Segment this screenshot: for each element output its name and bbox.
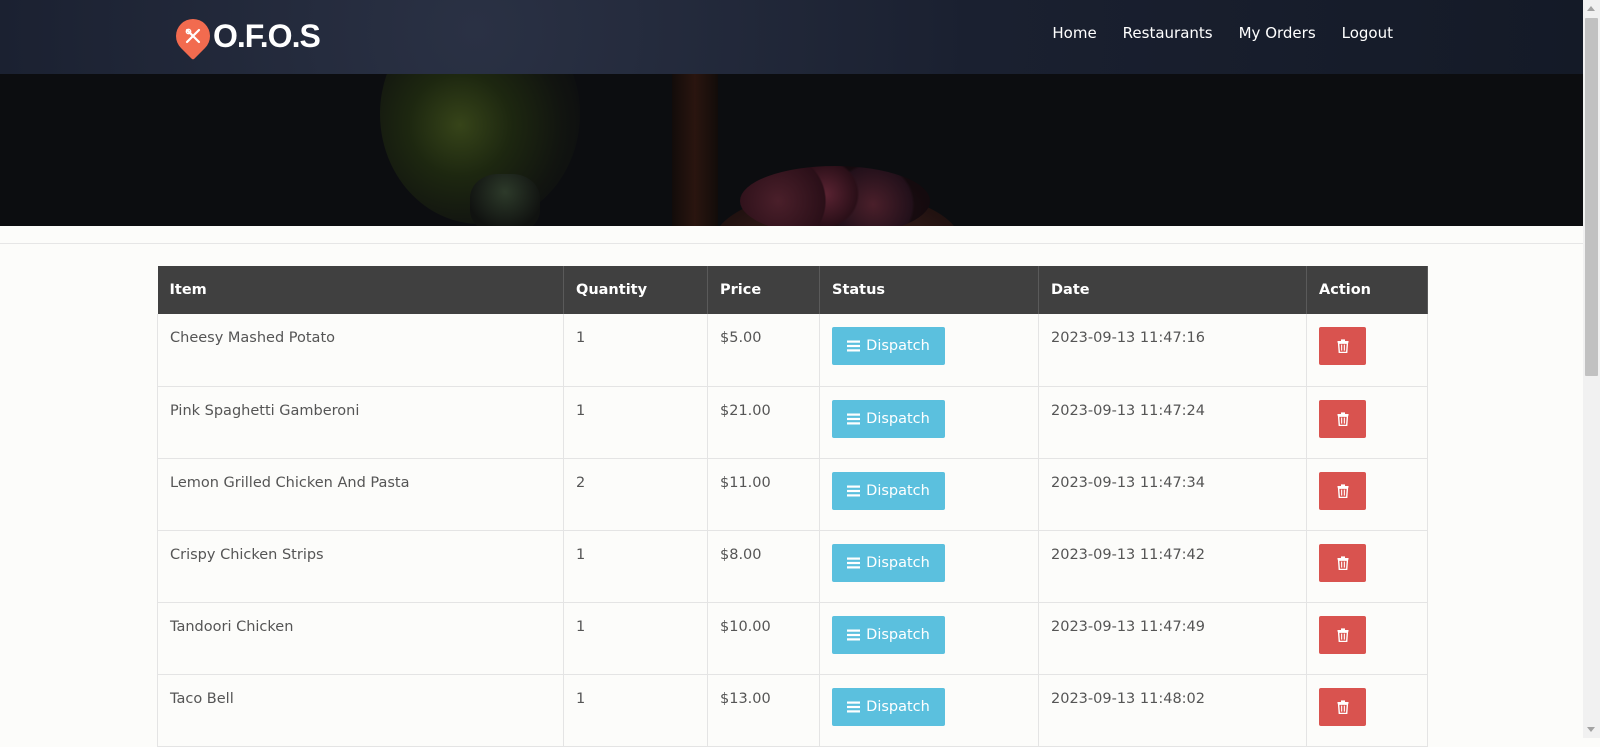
action-cell bbox=[1306, 530, 1428, 603]
orders-table: Item Quantity Price Status Date Action C… bbox=[157, 266, 1428, 747]
hero-banner-image bbox=[0, 74, 1583, 226]
hero-berries-shape bbox=[740, 166, 930, 226]
trash-icon bbox=[1337, 483, 1348, 498]
dispatch-button[interactable]: Dispatch bbox=[832, 471, 945, 510]
hero-bottle-shape bbox=[672, 74, 718, 226]
action-cell bbox=[1306, 674, 1428, 747]
nav-logout-link[interactable]: Logout bbox=[1342, 24, 1393, 42]
table-row: Tandoori Chicken 1 $10.00 Dispatch 2023-09-1… bbox=[157, 602, 1428, 675]
delete-order-button[interactable] bbox=[1319, 687, 1366, 726]
dispatch-button[interactable]: Dispatch bbox=[832, 327, 945, 365]
quantity-cell: 1 bbox=[563, 314, 708, 387]
price-cell: $21.00 bbox=[707, 386, 820, 459]
brand-logo[interactable]: O.F.O.S bbox=[168, 11, 321, 61]
date-cell: 2023-09-13 11:48:02 bbox=[1038, 674, 1307, 747]
column-header-price: Price bbox=[707, 266, 820, 314]
dispatch-button[interactable]: Dispatch bbox=[832, 687, 945, 726]
delete-order-button[interactable] bbox=[1319, 615, 1366, 654]
trash-icon bbox=[1337, 339, 1348, 353]
delete-order-button[interactable] bbox=[1319, 543, 1366, 582]
menu-bars-icon bbox=[847, 629, 861, 640]
price-cell: $11.00 bbox=[707, 458, 820, 531]
date-cell: 2023-09-13 11:47:42 bbox=[1038, 530, 1307, 603]
date-cell: 2023-09-13 11:47:16 bbox=[1038, 314, 1307, 387]
price-cell: $10.00 bbox=[707, 602, 820, 675]
trash-icon bbox=[1337, 411, 1348, 426]
status-cell: Dispatch bbox=[819, 458, 1039, 531]
table-row: Cheesy Mashed Potato 1 $5.00 Dispatch 2023-0… bbox=[157, 314, 1428, 387]
status-cell: Dispatch bbox=[819, 602, 1039, 675]
status-cell: Dispatch bbox=[819, 386, 1039, 459]
brand-name: O.F.O.S bbox=[213, 17, 321, 54]
column-header-quantity: Quantity bbox=[563, 266, 708, 314]
menu-bars-icon bbox=[847, 485, 861, 496]
scroll-up-arrow-icon[interactable] bbox=[1587, 6, 1595, 11]
column-header-item: Item bbox=[157, 266, 564, 314]
menu-bars-icon bbox=[847, 701, 861, 712]
delete-order-button[interactable] bbox=[1319, 399, 1366, 438]
item-cell: Lemon Grilled Chicken And Pasta bbox=[157, 458, 564, 531]
item-cell: Taco Bell bbox=[157, 674, 564, 747]
item-cell: Tandoori Chicken bbox=[157, 602, 564, 675]
main-nav: Home Restaurants My Orders Logout bbox=[1052, 24, 1393, 42]
price-cell: $13.00 bbox=[707, 674, 820, 747]
action-cell bbox=[1306, 386, 1428, 459]
quantity-cell: 1 bbox=[563, 386, 708, 459]
delete-order-button[interactable] bbox=[1319, 327, 1366, 365]
date-cell: 2023-09-13 11:47:49 bbox=[1038, 602, 1307, 675]
date-cell: 2023-09-13 11:47:34 bbox=[1038, 458, 1307, 531]
quantity-cell: 1 bbox=[563, 674, 708, 747]
dispatch-button[interactable]: Dispatch bbox=[832, 615, 945, 654]
column-header-action: Action bbox=[1306, 266, 1428, 314]
column-header-date: Date bbox=[1038, 266, 1307, 314]
dispatch-button-label: Dispatch bbox=[866, 410, 930, 427]
item-cell: Crispy Chicken Strips bbox=[157, 530, 564, 603]
status-cell: Dispatch bbox=[819, 530, 1039, 603]
action-cell bbox=[1306, 458, 1428, 531]
quantity-cell: 2 bbox=[563, 458, 708, 531]
fork-knife-pin-icon bbox=[168, 11, 218, 61]
menu-bars-icon bbox=[847, 557, 861, 568]
action-cell bbox=[1306, 314, 1428, 387]
dispatch-button-label: Dispatch bbox=[866, 338, 930, 354]
menu-bars-icon bbox=[847, 340, 861, 352]
nav-home-link[interactable]: Home bbox=[1052, 24, 1096, 42]
delete-order-button[interactable] bbox=[1319, 471, 1366, 510]
orders-table-body: Cheesy Mashed Potato 1 $5.00 Dispatch 2023-0… bbox=[157, 314, 1428, 747]
status-cell: Dispatch bbox=[819, 314, 1039, 387]
hero-glass-stem-shape bbox=[470, 174, 540, 226]
trash-icon bbox=[1337, 627, 1348, 642]
nav-my-orders-link[interactable]: My Orders bbox=[1239, 24, 1316, 42]
dispatch-button-label: Dispatch bbox=[866, 626, 930, 643]
table-row: Lemon Grilled Chicken And Pasta 2 $11.00 Di… bbox=[157, 458, 1428, 531]
section-divider bbox=[0, 243, 1583, 244]
vertical-scrollbar[interactable] bbox=[1583, 0, 1600, 738]
table-row: Taco Bell 1 $13.00 Dispatch 2023-09-13 11:48… bbox=[157, 674, 1428, 747]
scroll-down-arrow-icon[interactable] bbox=[1587, 727, 1595, 732]
scroll-thumb[interactable] bbox=[1585, 18, 1598, 376]
table-header-row: Item Quantity Price Status Date Action bbox=[157, 266, 1428, 314]
dispatch-button-label: Dispatch bbox=[866, 482, 930, 499]
price-cell: $8.00 bbox=[707, 530, 820, 603]
trash-icon bbox=[1337, 555, 1348, 570]
menu-bars-icon bbox=[847, 413, 861, 424]
dispatch-button-label: Dispatch bbox=[866, 698, 930, 715]
action-cell bbox=[1306, 602, 1428, 675]
dispatch-button-label: Dispatch bbox=[866, 554, 930, 571]
date-cell: 2023-09-13 11:47:24 bbox=[1038, 386, 1307, 459]
item-cell: Cheesy Mashed Potato bbox=[157, 314, 564, 387]
dispatch-button[interactable]: Dispatch bbox=[832, 399, 945, 438]
trash-icon bbox=[1337, 699, 1348, 714]
status-cell: Dispatch bbox=[819, 674, 1039, 747]
dispatch-button[interactable]: Dispatch bbox=[832, 543, 945, 582]
quantity-cell: 1 bbox=[563, 602, 708, 675]
column-header-status: Status bbox=[819, 266, 1039, 314]
quantity-cell: 1 bbox=[563, 530, 708, 603]
table-row: Pink Spaghetti Gamberoni 1 $21.00 Dispatch 2… bbox=[157, 386, 1428, 459]
nav-restaurants-link[interactable]: Restaurants bbox=[1123, 24, 1213, 42]
price-cell: $5.00 bbox=[707, 314, 820, 387]
table-row: Crispy Chicken Strips 1 $8.00 Dispatch 2023-… bbox=[157, 530, 1428, 603]
item-cell: Pink Spaghetti Gamberoni bbox=[157, 386, 564, 459]
top-navbar: O.F.O.S Home Restaurants My Orders Logou… bbox=[0, 0, 1583, 74]
